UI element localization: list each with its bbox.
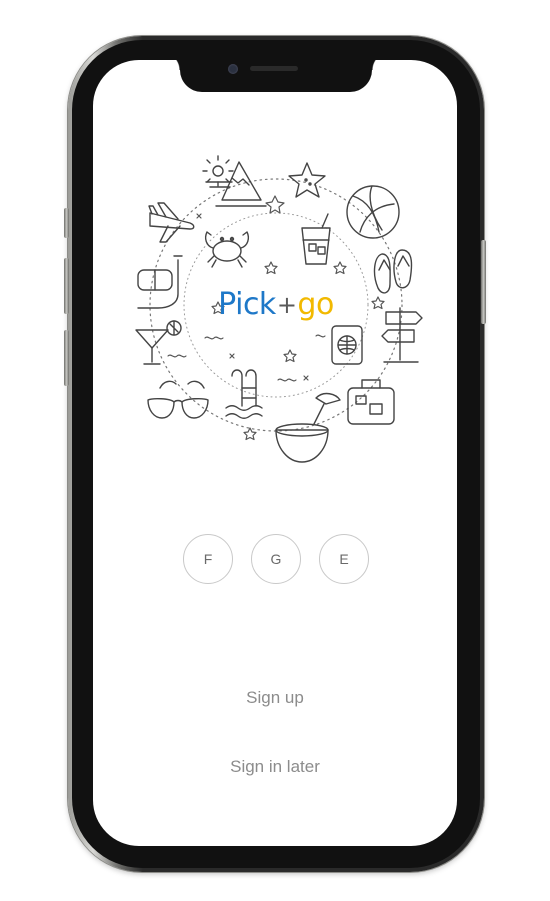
google-login-button[interactable]: G: [251, 534, 301, 584]
passport-icon: [331, 325, 363, 365]
logo-plus-sign: +: [276, 291, 297, 319]
facebook-login-button[interactable]: F: [183, 534, 233, 584]
sign-in-later-link[interactable]: Sign in later: [93, 757, 457, 777]
email-login-button[interactable]: E: [319, 534, 369, 584]
starfish-icon: [288, 162, 326, 198]
cocktail-glass-icon: [301, 213, 331, 265]
crab-icon: [204, 231, 250, 268]
martini-icon: [135, 320, 182, 365]
pool-ladder-icon: [225, 369, 263, 419]
snorkel-mask-icon: [137, 255, 183, 309]
sunglasses-icon: [147, 380, 209, 419]
app-logo: Pick + go: [210, 285, 342, 325]
coconut-drink-icon: [275, 392, 341, 463]
facebook-button-label: F: [203, 551, 213, 567]
airplane-icon: [148, 202, 195, 243]
sun-icon: [202, 155, 234, 188]
email-button-label: E: [339, 551, 349, 567]
logo-go-text: go: [297, 287, 334, 322]
flip-flops-icon: [373, 249, 413, 294]
mountain-icon: [215, 161, 267, 207]
logo-pick-text: Pick: [218, 287, 276, 322]
beach-ball-icon: [346, 185, 400, 239]
suitcase-icon: [347, 379, 395, 425]
google-button-label: G: [270, 551, 282, 567]
sign-up-link[interactable]: Sign up: [93, 688, 457, 708]
